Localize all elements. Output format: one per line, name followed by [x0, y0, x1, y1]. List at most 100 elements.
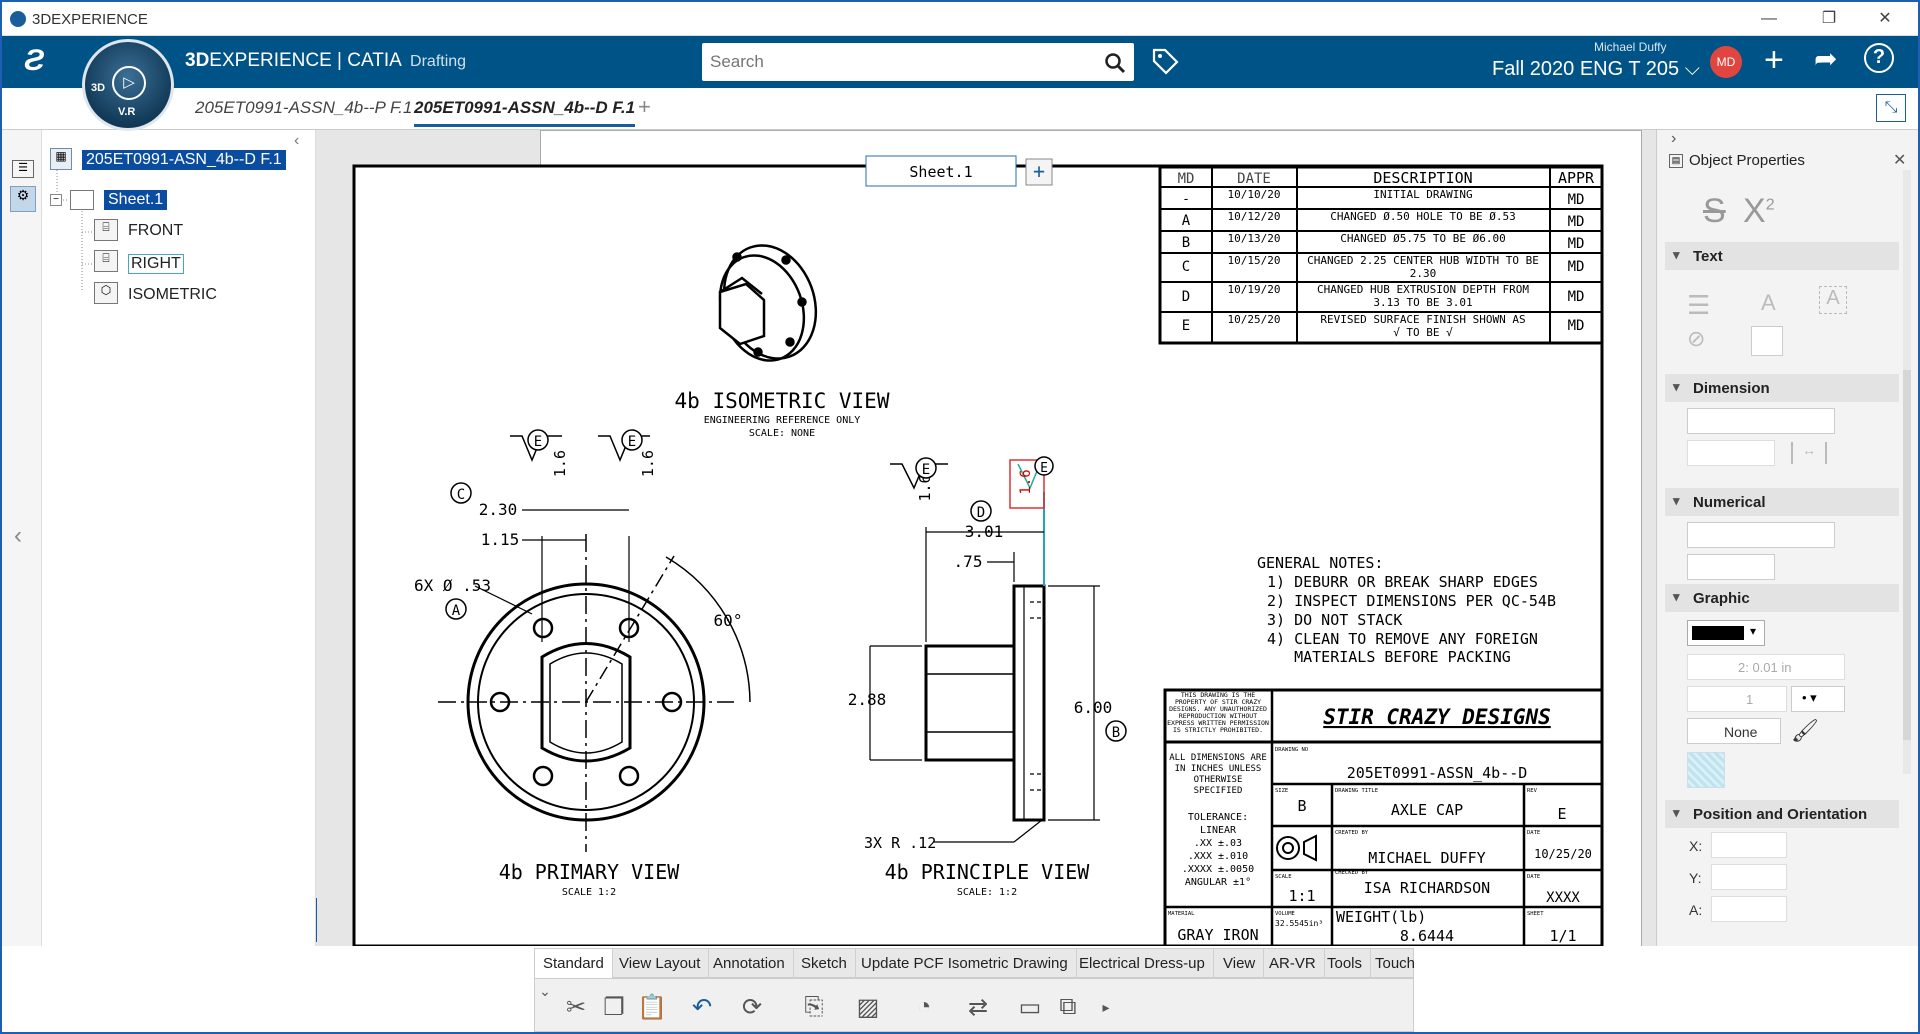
- undo-icon[interactable]: ↶: [685, 993, 719, 1021]
- numerical-dropdown-1[interactable]: [1687, 522, 1835, 548]
- model-icon[interactable]: ⚙: [10, 186, 36, 212]
- toolbar-collapse-icon[interactable]: ⌄: [535, 983, 555, 1011]
- tree-toggle-icon[interactable]: ☰: [12, 160, 34, 178]
- add-icon[interactable]: +: [1764, 42, 1784, 78]
- collab-space-dropdown[interactable]: Fall 2020 ENG T 205 ⌵: [1492, 58, 1700, 81]
- more-icon[interactable]: ▸: [1089, 999, 1123, 1027]
- dimension-line-icon[interactable]: ↔: [1791, 442, 1827, 464]
- none-dropdown[interactable]: None: [1687, 718, 1781, 744]
- minimize-icon[interactable]: —: [1746, 6, 1792, 32]
- dim-6-00[interactable]: 6.00: [1074, 698, 1113, 717]
- linetype-dropdown[interactable]: 1: [1687, 686, 1787, 712]
- vertical-scrollbar[interactable]: [1903, 170, 1911, 774]
- collapse-toggle-icon[interactable]: −: [50, 194, 62, 206]
- tab-sketch[interactable]: Sketch: [793, 949, 856, 979]
- compass-widget[interactable]: 3D ▷ V.R: [82, 39, 174, 131]
- drawing-content[interactable]: Sheet.1 + MD DATE DESCRIPTION APPR - 10/…: [316, 130, 1656, 946]
- copy-icon[interactable]: ❐: [597, 993, 631, 1021]
- dimension-style-dropdown[interactable]: [1687, 408, 1835, 434]
- detail-view-icon[interactable]: ◔: [907, 993, 941, 1021]
- view-isometric-icon: ⬡: [94, 282, 118, 304]
- frame-icon[interactable]: [1751, 326, 1783, 356]
- tree-root[interactable]: 205ET0991-ASN_4b--D F.1: [82, 150, 286, 170]
- point-dropdown[interactable]: • ▾: [1791, 686, 1845, 712]
- finish-selected[interactable]: 1.6: [1018, 469, 1034, 494]
- note-4: 4) CLEAN TO REMOVE ANY FOREIGN: [1267, 630, 1538, 648]
- anchor-icon[interactable]: ⊘: [1687, 326, 1705, 352]
- paint-brush-icon[interactable]: 🖌: [1791, 718, 1819, 744]
- frame-title-icon[interactable]: ▭: [1013, 993, 1047, 1021]
- play-icon[interactable]: ▷: [112, 66, 146, 100]
- help-icon[interactable]: ?: [1864, 43, 1894, 73]
- panel-expand-icon[interactable]: ›: [1671, 130, 1676, 148]
- tab-annotation[interactable]: Annotation: [705, 949, 794, 979]
- dim-60[interactable]: 60°: [714, 611, 743, 630]
- tab-standard[interactable]: Standard: [535, 949, 613, 979]
- tree-view-isometric[interactable]: ISOMETRIC: [128, 286, 217, 304]
- strikethrough-icon[interactable]: S: [1703, 192, 1726, 231]
- dim-2-30[interactable]: 2.30: [479, 500, 518, 519]
- share-icon[interactable]: ➦: [1814, 42, 1837, 75]
- tab-ar-vr[interactable]: AR-VR: [1261, 949, 1325, 979]
- thickness-dropdown[interactable]: 2: 0.01 in: [1687, 654, 1845, 680]
- x-input[interactable]: [1711, 832, 1787, 858]
- tab-view-layout[interactable]: View Layout: [611, 949, 710, 979]
- superscript-icon[interactable]: X2: [1743, 192, 1775, 231]
- dim-1-15[interactable]: 1.15: [481, 530, 520, 549]
- tab-electrical[interactable]: Electrical Dress-up: [1071, 949, 1214, 979]
- dim-hole[interactable]: 6X Ø .53: [414, 576, 491, 595]
- numerical-dropdown-2[interactable]: [1687, 554, 1775, 580]
- update-icon[interactable]: ⟳: [735, 993, 769, 1021]
- tab-tools[interactable]: Tools: [1319, 949, 1372, 979]
- frame-text-icon[interactable]: A: [1819, 286, 1847, 314]
- tab-update-pcf[interactable]: Update PCF Isometric Drawing: [853, 949, 1077, 979]
- paste-icon[interactable]: 📋: [635, 993, 669, 1021]
- transfer-icon[interactable]: ⇄: [961, 993, 995, 1021]
- tab-touch[interactable]: Touch: [1367, 949, 1423, 979]
- collab-space-label: Fall 2020 ENG T 205: [1492, 58, 1680, 80]
- a-input[interactable]: [1711, 896, 1787, 922]
- rev-date-1: 10/12/20: [1228, 210, 1281, 223]
- dimension-value-dropdown[interactable]: [1687, 440, 1775, 466]
- section-position[interactable]: Position and Orientation: [1665, 800, 1899, 828]
- section-dimension[interactable]: Dimension: [1665, 374, 1899, 402]
- maximize-icon[interactable]: ❐: [1806, 6, 1852, 32]
- note-3: 3) DO NOT STACK: [1267, 611, 1402, 629]
- dim-radius[interactable]: 3X R .12: [864, 834, 936, 852]
- sheet-stack-icon[interactable]: ⧉: [1051, 993, 1085, 1021]
- tree-view-front[interactable]: FRONT: [128, 222, 183, 240]
- scrollbar-thumb[interactable]: [1903, 370, 1911, 740]
- dim-2-88[interactable]: 2.88: [848, 690, 887, 709]
- view-creation-icon[interactable]: ⎘: [797, 993, 831, 1021]
- section-numerical[interactable]: Numerical: [1665, 488, 1899, 516]
- dim-3-01[interactable]: 3.01: [965, 522, 1004, 541]
- section-text[interactable]: Text: [1665, 242, 1899, 270]
- tree-collapse-icon[interactable]: ‹: [294, 132, 299, 150]
- doc-tab-p[interactable]: 205ET0991-ASSN_4b--P F.1: [195, 98, 412, 118]
- align-icon[interactable]: ☰: [1687, 290, 1710, 321]
- doc-tab-d[interactable]: 205ET0991-ASSN_4b--D F.1: [414, 98, 636, 127]
- panel-close-icon[interactable]: ✕: [1893, 150, 1906, 170]
- section-graphic[interactable]: Graphic: [1665, 584, 1899, 612]
- dim-0-75[interactable]: .75: [954, 552, 983, 571]
- expand-left-icon[interactable]: ‹: [14, 522, 22, 550]
- tab-view[interactable]: View: [1215, 949, 1265, 979]
- pattern-icon[interactable]: [1687, 752, 1725, 788]
- tree-sheet[interactable]: Sheet.1: [104, 190, 168, 210]
- tag-icon[interactable]: [1150, 46, 1180, 76]
- search-box[interactable]: [702, 43, 1134, 81]
- cut-icon[interactable]: ✂: [559, 993, 593, 1021]
- tree-view-right[interactable]: RIGHT: [128, 254, 184, 274]
- rev-desc-1: CHANGED Ø.50 HOLE TO BE Ø.53: [1330, 210, 1515, 223]
- fill-color-picker[interactable]: ▾: [1687, 620, 1765, 646]
- add-tab-icon[interactable]: +: [638, 94, 651, 120]
- avatar[interactable]: MD: [1710, 46, 1742, 78]
- search-input[interactable]: [710, 50, 1070, 74]
- search-icon[interactable]: [1104, 52, 1126, 74]
- collapse-icon[interactable]: ⤡: [1876, 94, 1906, 122]
- close-icon[interactable]: ✕: [1862, 6, 1908, 32]
- ds-logo-icon[interactable]: Ƨ: [24, 44, 44, 78]
- font-icon[interactable]: A: [1761, 290, 1776, 316]
- section-view-icon[interactable]: ▨: [851, 993, 885, 1021]
- y-input[interactable]: [1711, 864, 1787, 890]
